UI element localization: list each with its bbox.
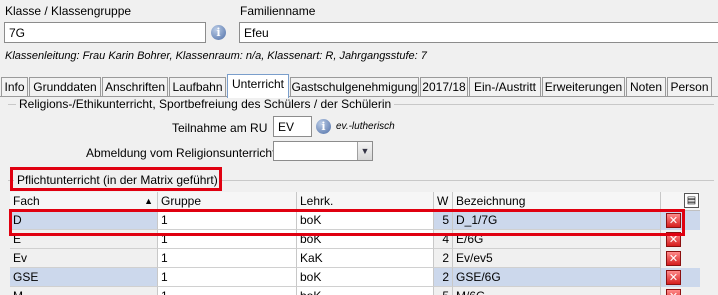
col-header-w[interactable]: W <box>434 192 453 210</box>
table-row[interactable]: Ev 1 KaK 2 Ev/ev5 ✕ <box>10 249 700 268</box>
cell-w: 2 <box>434 268 453 287</box>
cell-bezeichnung: E/6G <box>453 230 661 249</box>
tab-laufbahn[interactable]: Laufbahn <box>169 77 226 97</box>
familienname-label: Familienname <box>240 4 316 18</box>
cell-bezeichnung: M/6G <box>453 287 661 295</box>
cell-lehrk[interactable]: boK <box>297 230 434 249</box>
tab-anschriften[interactable]: Anschriften <box>102 77 168 97</box>
delete-x-icon[interactable]: ✕ <box>666 289 681 295</box>
tab-gastschulgenehmigung[interactable]: Gastschulgenehmigung <box>290 77 419 97</box>
delete-x-icon[interactable]: ✕ <box>666 251 681 266</box>
cell-gruppe[interactable]: 1 <box>158 287 297 295</box>
table-columns-icon[interactable]: ▤ <box>684 193 699 208</box>
tab-erweiterungen[interactable]: Erweiterungen <box>542 77 625 97</box>
cell-fach[interactable]: M <box>10 287 158 295</box>
cell-fach[interactable]: Ev <box>10 249 158 268</box>
tab-noten[interactable]: Noten <box>626 77 666 97</box>
delete-x-icon[interactable]: ✕ <box>666 213 681 228</box>
cell-fach[interactable]: GSE <box>10 268 158 287</box>
teilnahme-field[interactable]: EV <box>273 116 312 137</box>
cell-bezeichnung: D_1/7G <box>453 211 661 230</box>
chevron-down-icon[interactable]: ▼ <box>357 142 372 160</box>
tab-grunddaten[interactable]: Grunddaten <box>29 77 101 97</box>
cell-lehrk[interactable]: boK <box>297 287 434 295</box>
table-header: Fach ▲ Gruppe Lehrk. W Bezeichnung ▤ <box>10 192 700 211</box>
religion-legend: Religions-/Ethikunterricht, Sportbefreiu… <box>16 97 395 111</box>
delete-x-icon[interactable]: ✕ <box>666 270 681 285</box>
class-info-line: Klassenleitung: Frau Karin Bohrer, Klass… <box>5 50 427 62</box>
tab-unterricht[interactable]: Unterricht <box>227 74 289 98</box>
cell-bezeichnung: GSE/6G <box>453 268 661 287</box>
tab-person[interactable]: Person <box>667 77 712 97</box>
table-row[interactable]: D 1 boK 5 D_1/7G ✕ <box>10 211 700 230</box>
table-row[interactable]: GSE 1 boK 2 GSE/6G ✕ <box>10 268 700 287</box>
cell-fach[interactable]: E <box>10 230 158 249</box>
cell-lehrk[interactable]: KaK <box>297 249 434 268</box>
cell-lehrk[interactable]: boK <box>297 211 434 230</box>
cell-lehrk[interactable]: boK <box>297 268 434 287</box>
klasse-label: Klasse / Klassengruppe <box>5 4 132 18</box>
cell-bezeichnung: Ev/ev5 <box>453 249 661 268</box>
abmeldung-date-picker[interactable]: ▼ <box>273 141 373 161</box>
cell-w: 5 <box>434 211 453 230</box>
col-header-fach[interactable]: Fach ▲ <box>10 192 158 210</box>
teilnahme-hint: ev.-lutherisch <box>336 121 395 132</box>
cell-gruppe[interactable]: 1 <box>158 211 297 230</box>
col-header-gruppe[interactable]: Gruppe <box>158 192 297 210</box>
tab-ein-austritt[interactable]: Ein-/Austritt <box>469 77 541 97</box>
info-icon[interactable]: i <box>316 119 331 134</box>
tab-2017-18[interactable]: 2017/18 <box>420 77 468 97</box>
col-header-lehrk[interactable]: Lehrk. <box>297 192 434 210</box>
cell-w: 4 <box>434 230 453 249</box>
delete-x-icon[interactable]: ✕ <box>666 232 681 247</box>
cell-w: 5 <box>434 287 453 295</box>
familienname-field[interactable]: Efeu <box>239 22 718 43</box>
info-icon[interactable]: i <box>211 25 226 40</box>
tab-info[interactable]: Info <box>1 77 28 97</box>
cell-gruppe[interactable]: 1 <box>158 230 297 249</box>
table-row[interactable]: M 1 boK 5 M/6G ✕ <box>10 287 700 295</box>
cell-gruppe[interactable]: 1 <box>158 249 297 268</box>
teilnahme-label: Teilnahme am RU <box>172 121 268 135</box>
cell-gruppe[interactable]: 1 <box>158 268 297 287</box>
klasse-field[interactable]: 7G <box>4 22 206 43</box>
abmeldung-label: Abmeldung vom Religionsunterricht am <box>86 146 296 160</box>
cell-w: 2 <box>434 249 453 268</box>
cell-fach[interactable]: D <box>10 211 158 230</box>
col-header-fach-label: Fach <box>13 194 40 208</box>
col-header-bezeichnung[interactable]: Bezeichnung <box>453 192 661 210</box>
table-row[interactable]: E 1 boK 4 E/6G ✕ <box>10 230 700 249</box>
tab-bar: Info Grunddaten Anschriften Laufbahn Unt… <box>0 74 718 98</box>
pflicht-legend: Pflichtunterricht (in der Matrix geführt… <box>14 173 221 187</box>
sort-up-icon: ▲ <box>144 196 153 206</box>
